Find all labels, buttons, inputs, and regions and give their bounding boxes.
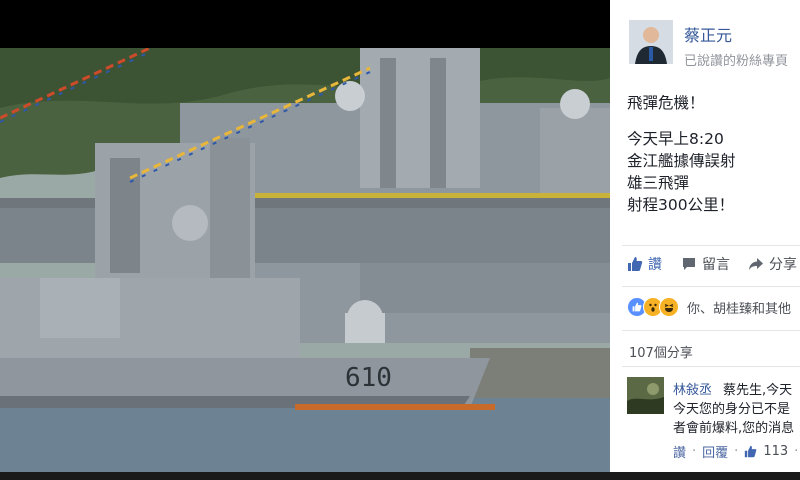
post-line: 金江艦據傳誤射 — [627, 152, 736, 170]
post-line: 雄三飛彈 — [627, 174, 690, 192]
speech-bubble-icon — [683, 258, 695, 270]
hull-number: 610 — [345, 363, 392, 393]
share-button[interactable]: 分享 — [748, 254, 797, 274]
commenter-name[interactable]: 林敍丞 — [673, 379, 712, 398]
comment-label: 留言 — [702, 257, 730, 273]
post-photo[interactable]: 610 — [0, 48, 610, 472]
page-name-link[interactable]: 蔡正元 — [684, 22, 732, 46]
photo-viewer-bottom-bar — [0, 472, 800, 480]
share-arrow-icon — [749, 258, 763, 270]
post-line-blank — [627, 114, 736, 128]
post-side-panel: 蔡正元 已說讚的粉絲專頁 飛彈危機！ 今天早上8:20 金江艦據傳誤射 雄三飛彈… — [610, 0, 800, 472]
comment-likes-count[interactable]: 113 — [763, 444, 788, 459]
comment-reply-link[interactable]: 回覆 — [702, 442, 728, 461]
comment-actions: 讚 · 回覆 · 113 · — [673, 442, 798, 461]
page-liked-status: 已說讚的粉絲專頁 — [684, 54, 789, 69]
commenter-avatar[interactable] — [627, 377, 664, 414]
comment-button[interactable]: 留言 — [681, 254, 730, 274]
divider — [622, 330, 800, 331]
comment-line: 今天您的身分已不是 — [673, 402, 791, 417]
post-line: 飛彈危機！ — [627, 94, 705, 112]
share-label: 分享 — [769, 257, 797, 273]
divider — [622, 366, 800, 367]
separator: · — [734, 444, 739, 459]
separator: · — [692, 444, 697, 459]
comment-like-link[interactable]: 讚 — [673, 442, 686, 461]
post-line: 今天早上8:20 — [627, 130, 724, 148]
photo-viewer-top-bar — [0, 0, 610, 48]
divider — [622, 286, 800, 287]
thumbs-up-icon — [628, 257, 643, 271]
page-avatar[interactable] — [629, 20, 673, 64]
like-button[interactable]: 讚 — [627, 254, 662, 274]
shares-count[interactable]: 107個分享 — [629, 342, 693, 361]
divider — [622, 245, 800, 246]
like-label: 讚 — [648, 257, 662, 273]
post-actions: 讚 留言 分享 — [627, 254, 800, 276]
haha-reaction-icon — [659, 297, 679, 317]
separator: · — [794, 444, 799, 459]
reactions-names: 你、胡桂臻和其他 — [687, 301, 792, 317]
post-line: 射程300公里！ — [627, 196, 735, 214]
comment-line: 蔡先生,今天 — [723, 383, 793, 398]
thumbs-up-icon — [745, 445, 757, 458]
comment-line: 者會前爆料,您的消息 — [673, 421, 795, 436]
post-body: 飛彈危機！ 今天早上8:20 金江艦據傳誤射 雄三飛彈 射程300公里！ — [627, 92, 736, 216]
reactions-summary[interactable]: 你、胡桂臻和其他 — [627, 297, 791, 317]
